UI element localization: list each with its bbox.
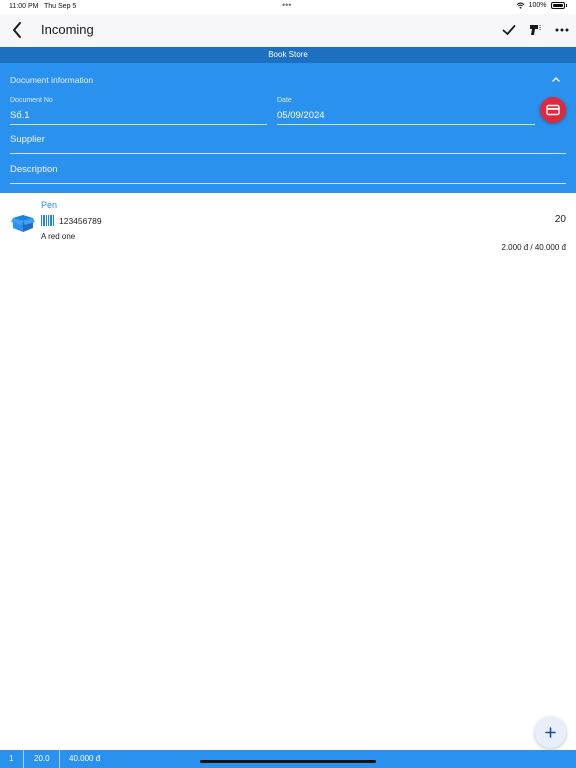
document-no-label: Document No (10, 97, 53, 104)
status-indicators: 100% (516, 2, 567, 9)
confirm-check-icon[interactable] (500, 21, 518, 39)
chevron-up-icon[interactable] (550, 73, 562, 85)
footer-total-amount: 40.000 đ (69, 754, 101, 763)
status-time: 11:00 PM (9, 3, 39, 10)
home-indicator[interactable] (200, 760, 376, 763)
totals-footer: 1 20.0 40.000 đ (0, 750, 576, 768)
status-date: Thu Sep 5 (44, 3, 77, 10)
page-title: Incoming (41, 22, 94, 37)
footer-item-count: 1 (0, 750, 24, 768)
payment-card-button[interactable] (540, 97, 566, 123)
item-description: A red one (41, 232, 76, 241)
battery-percent: 100% (528, 2, 547, 9)
wifi-icon (516, 2, 524, 9)
plus-icon (545, 727, 556, 738)
date-input[interactable]: 05/09/2024 (277, 110, 325, 121)
more-options-icon[interactable] (554, 21, 572, 39)
list-item[interactable]: Pen 123456789 A red one 20 2.000 đ / 40.… (0, 193, 576, 263)
barcode-icon (41, 215, 54, 226)
item-quantity: 20 (554, 214, 566, 225)
back-chevron-icon[interactable] (10, 20, 24, 40)
date-label: Date (277, 97, 292, 104)
item-name: Pen (41, 200, 58, 210)
supplier-field[interactable]: Supplier (10, 134, 45, 145)
footer-total-quantity: 20.0 (24, 750, 60, 768)
store-name-bar: Book Store (0, 47, 576, 63)
credit-card-icon (546, 104, 560, 116)
nav-bar: Incoming (0, 14, 576, 47)
document-info-panel: Document information Document No Số.1 Da… (0, 63, 576, 193)
description-field[interactable]: Description (10, 164, 58, 175)
battery-icon (550, 2, 565, 9)
status-bar: 11:00 PM Thu Sep 5 ••• 100% (0, 0, 576, 14)
item-barcode: 123456789 (59, 216, 102, 226)
add-item-button[interactable] (535, 717, 566, 748)
document-info-header[interactable]: Document information (10, 75, 93, 85)
document-no-input[interactable]: Số.1 (10, 110, 30, 121)
item-price: 2.000 đ / 40.000 đ (501, 243, 567, 252)
multitask-dots-icon[interactable]: ••• (282, 0, 291, 10)
barcode-scanner-icon[interactable] (527, 21, 545, 39)
package-box-icon (11, 215, 35, 232)
